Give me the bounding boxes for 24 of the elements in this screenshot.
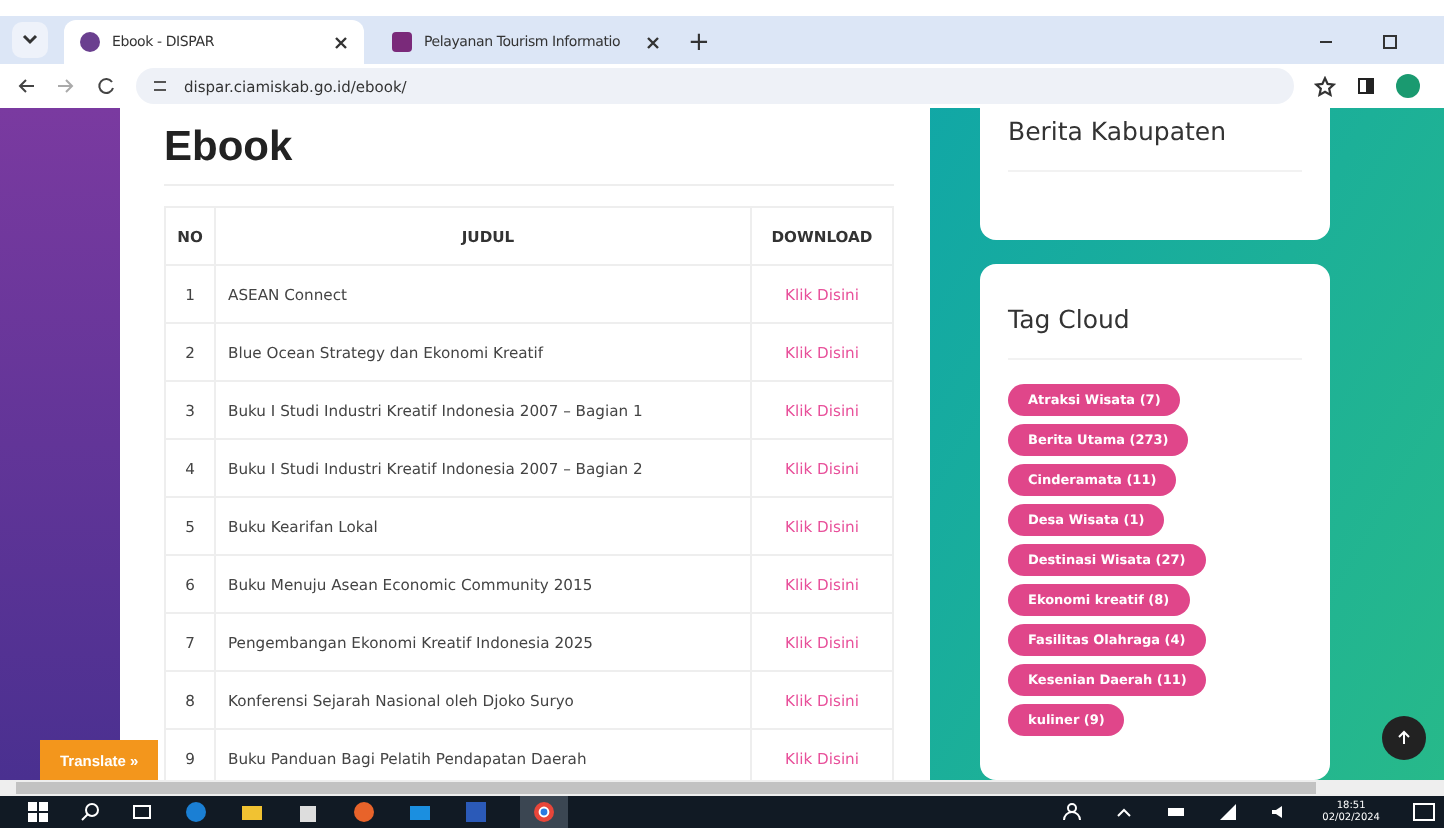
back-to-top-button[interactable] [1382, 716, 1426, 760]
tab-list-button[interactable] [12, 22, 48, 58]
site-icon [392, 32, 412, 52]
windows-icon[interactable] [28, 802, 48, 822]
search-icon[interactable] [80, 802, 100, 822]
site-icon [80, 32, 100, 52]
back-icon[interactable] [16, 76, 36, 96]
widget-title: Berita Kabupaten [1008, 116, 1302, 172]
reload-icon[interactable] [96, 76, 116, 96]
restore-icon[interactable] [1380, 32, 1400, 52]
people-icon[interactable] [1062, 802, 1083, 822]
profile-avatar[interactable] [1396, 74, 1420, 98]
scrollbar-thumb[interactable] [16, 782, 1316, 794]
close-icon[interactable] [646, 35, 660, 49]
side-panel-icon[interactable] [1356, 76, 1376, 96]
widget-title: Tag Cloud [1008, 304, 1302, 360]
close-icon[interactable] [334, 35, 348, 49]
star-icon[interactable] [1314, 75, 1336, 97]
page-heading: Ebook [164, 124, 894, 186]
new-tab-button[interactable]: + [688, 28, 710, 58]
chevron-down-icon [22, 34, 38, 46]
chrome-taskbar-button[interactable] [520, 796, 568, 828]
arrow-up-icon [1396, 730, 1412, 746]
task-view-icon[interactable] [132, 802, 152, 822]
